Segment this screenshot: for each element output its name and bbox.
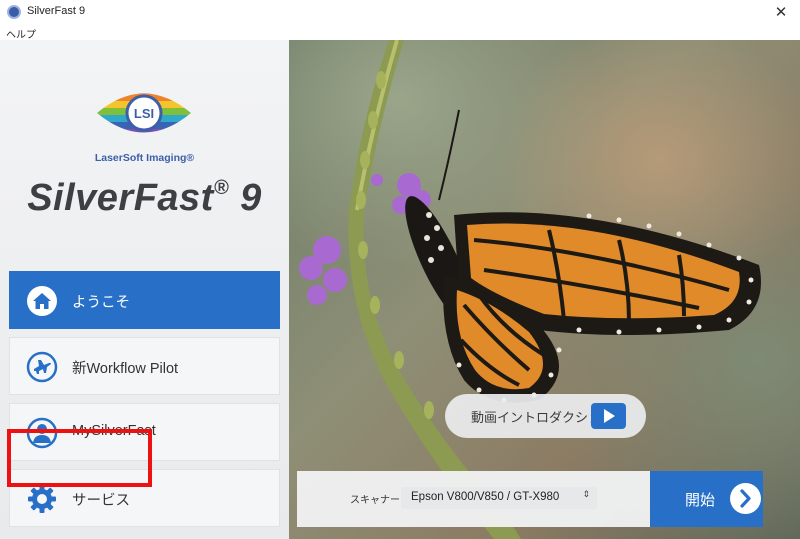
start-button[interactable]: 開始	[650, 471, 763, 527]
scanner-bar: スキャナー Epson V800/V850 / GT-X980 ⇕	[297, 471, 650, 527]
window-title: SilverFast 9	[27, 5, 86, 17]
product-title: SilverFast® 9	[0, 177, 289, 220]
hero-photo-panel: 動画イントロダクション スキャナー Epson V800/V850 / GT-X…	[289, 40, 800, 539]
silverfast-window: SilverFast 9 ✕ ヘルプ LSI LaserSoft Imaging…	[0, 0, 800, 539]
scanner-selected-value: Epson V800/V850 / GT-X980	[411, 491, 560, 503]
nav-service-label: サービス	[72, 493, 130, 509]
select-arrows-icon: ⇕	[582, 490, 590, 500]
nav-workflow-pilot-button[interactable]: 新Workflow Pilot	[9, 337, 280, 395]
product-reg: ®	[213, 177, 230, 199]
menu-help[interactable]: ヘルプ	[6, 26, 36, 41]
product-name: SilverFast	[27, 177, 214, 219]
close-button[interactable]: ✕	[762, 0, 800, 24]
company-name: LaserSoft Imaging®	[94, 152, 195, 164]
lsi-logo: LSI	[97, 93, 191, 133]
play-icon	[591, 403, 626, 429]
monarch-butterfly-image	[299, 40, 761, 539]
airplane-icon	[26, 351, 58, 383]
scanner-label: スキャナー	[350, 495, 400, 506]
nav-welcome-label: ようこそ	[72, 295, 130, 311]
gear-icon	[28, 485, 56, 513]
scanner-select[interactable]: Epson V800/V850 / GT-X980 ⇕	[401, 487, 597, 509]
title-bar: SilverFast 9 ✕	[0, 0, 800, 24]
nav-welcome-button[interactable]: ようこそ	[9, 271, 280, 329]
chevron-right-icon	[730, 483, 761, 514]
menu-bar: ヘルプ	[0, 24, 800, 41]
product-version: 9	[240, 177, 262, 219]
home-icon	[27, 286, 57, 316]
video-intro-button[interactable]: 動画イントロダクション	[445, 394, 646, 438]
app-icon	[7, 5, 21, 19]
lsi-logo-text: LSI	[134, 106, 154, 121]
service-highlight-box	[7, 429, 152, 487]
nav-workflow-pilot-label: 新Workflow Pilot	[72, 361, 179, 377]
start-label: 開始	[685, 491, 716, 509]
